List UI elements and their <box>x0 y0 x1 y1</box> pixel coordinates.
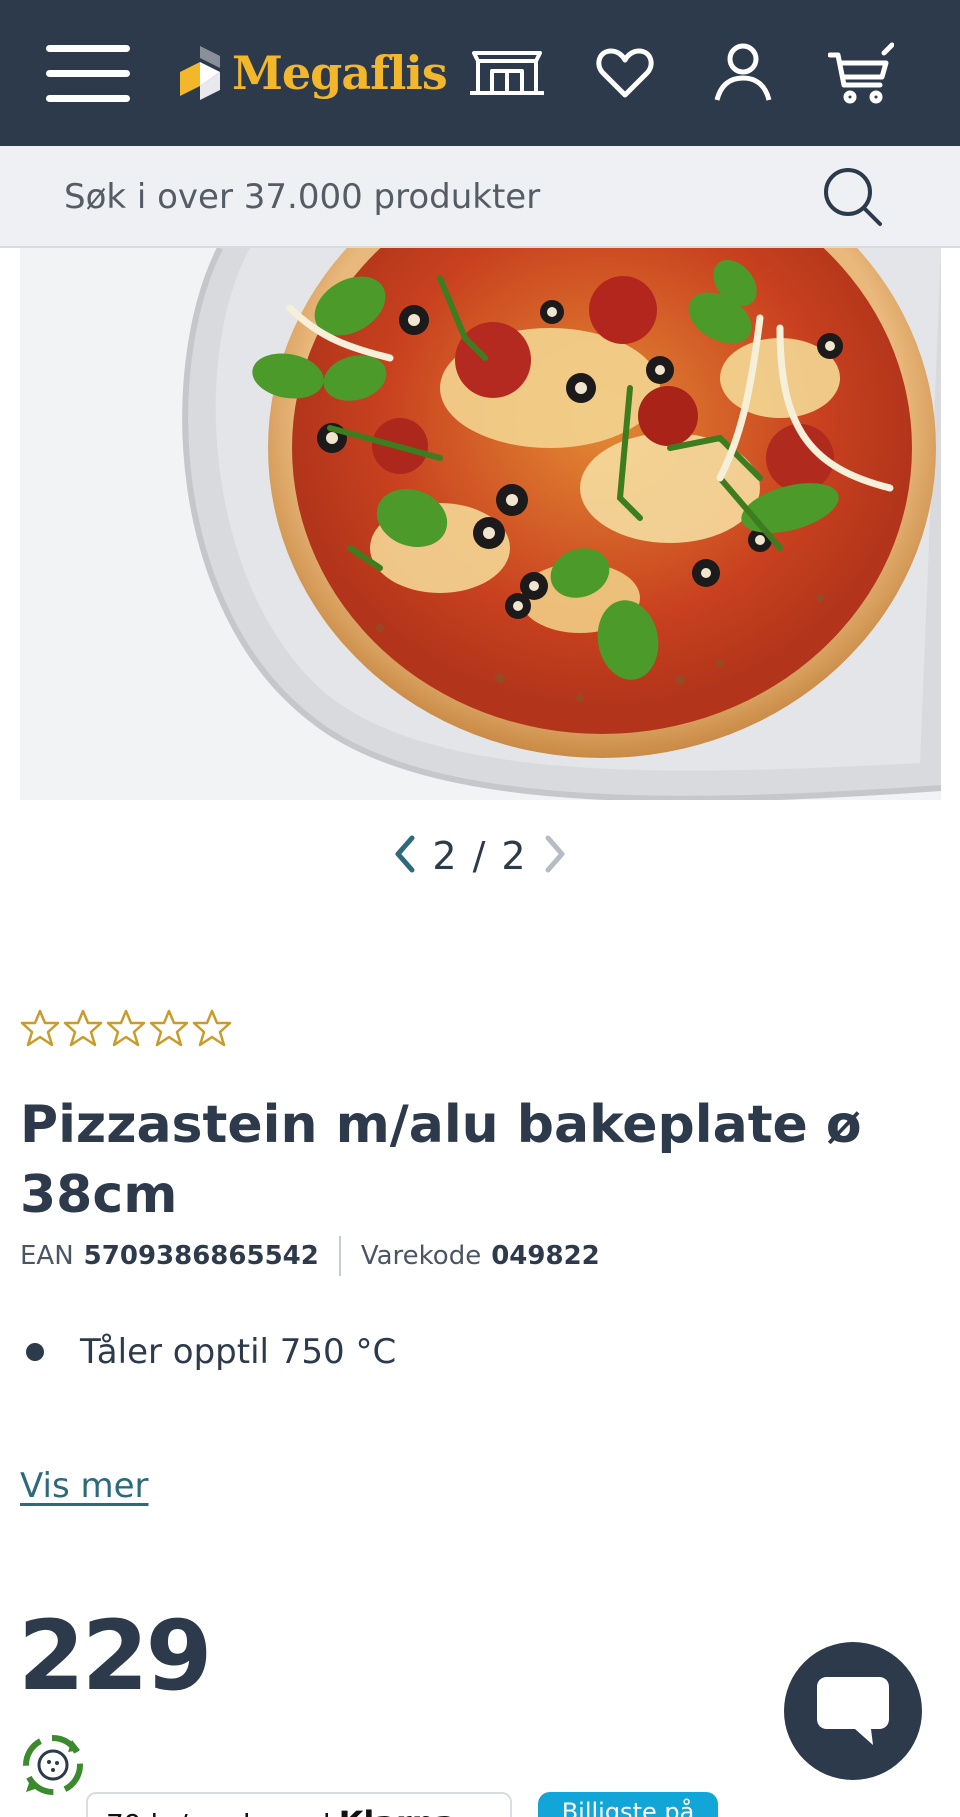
menu-icon[interactable] <box>46 43 130 103</box>
star-icon <box>20 1009 60 1047</box>
search-input[interactable] <box>64 174 784 220</box>
chevron-left-icon[interactable] <box>392 834 418 878</box>
chevron-right-icon[interactable] <box>542 834 568 878</box>
star-icon <box>106 1009 146 1047</box>
bullet-icon <box>26 1343 44 1361</box>
pager-separator: / <box>472 834 488 878</box>
pager-current: 2 <box>432 834 459 878</box>
product-image[interactable] <box>20 248 941 800</box>
brand-name: Megaflis <box>232 46 448 100</box>
search-icon[interactable] <box>820 164 886 230</box>
star-icon <box>149 1009 189 1047</box>
image-pager: 2 / 2 <box>380 830 580 882</box>
product-price: 229 <box>18 1600 212 1712</box>
showroom-icon[interactable] <box>466 40 548 106</box>
recycle-icon[interactable] <box>18 1730 88 1800</box>
rating-stars[interactable] <box>20 1008 232 1048</box>
ean-label: EAN <box>20 1241 74 1271</box>
product-codes: EAN 5709386865542 Varekode 049822 <box>20 1236 600 1276</box>
user-icon[interactable] <box>702 40 784 106</box>
chat-button[interactable] <box>784 1642 922 1780</box>
feature-list-item: Tåler opptil 750 °C <box>22 1332 396 1372</box>
heart-icon[interactable] <box>584 40 666 106</box>
product-title: Pizzastein m/alu bakeplate ø 38cm <box>20 1095 862 1225</box>
cheapest-badge[interactable]: Billigste på <box>538 1792 718 1817</box>
klarna-logo: Klarna. <box>339 1804 469 1817</box>
logo-mark-icon <box>180 46 220 100</box>
pager-total: 2 <box>501 834 528 878</box>
product-code-value: 049822 <box>491 1241 600 1271</box>
klarna-installment[interactable]: 79 kr/mnd. med Klarna. <box>86 1792 512 1817</box>
show-more-link[interactable]: Vis mer <box>20 1466 149 1506</box>
top-navigation-bar: Megaflis <box>0 0 960 146</box>
feature-text: Tåler opptil 750 °C <box>80 1332 397 1372</box>
ean-value: 5709386865542 <box>83 1241 319 1271</box>
klarna-text: 79 kr/mnd. med <box>106 1808 331 1817</box>
product-code-label: Varekode <box>360 1241 482 1271</box>
divider <box>338 1236 341 1276</box>
brand-logo[interactable]: Megaflis <box>176 38 448 108</box>
cart-icon[interactable] <box>820 40 902 106</box>
star-icon <box>192 1009 232 1047</box>
star-icon <box>63 1009 103 1047</box>
chat-bubble-icon <box>817 1677 889 1745</box>
search-bar <box>0 146 960 248</box>
